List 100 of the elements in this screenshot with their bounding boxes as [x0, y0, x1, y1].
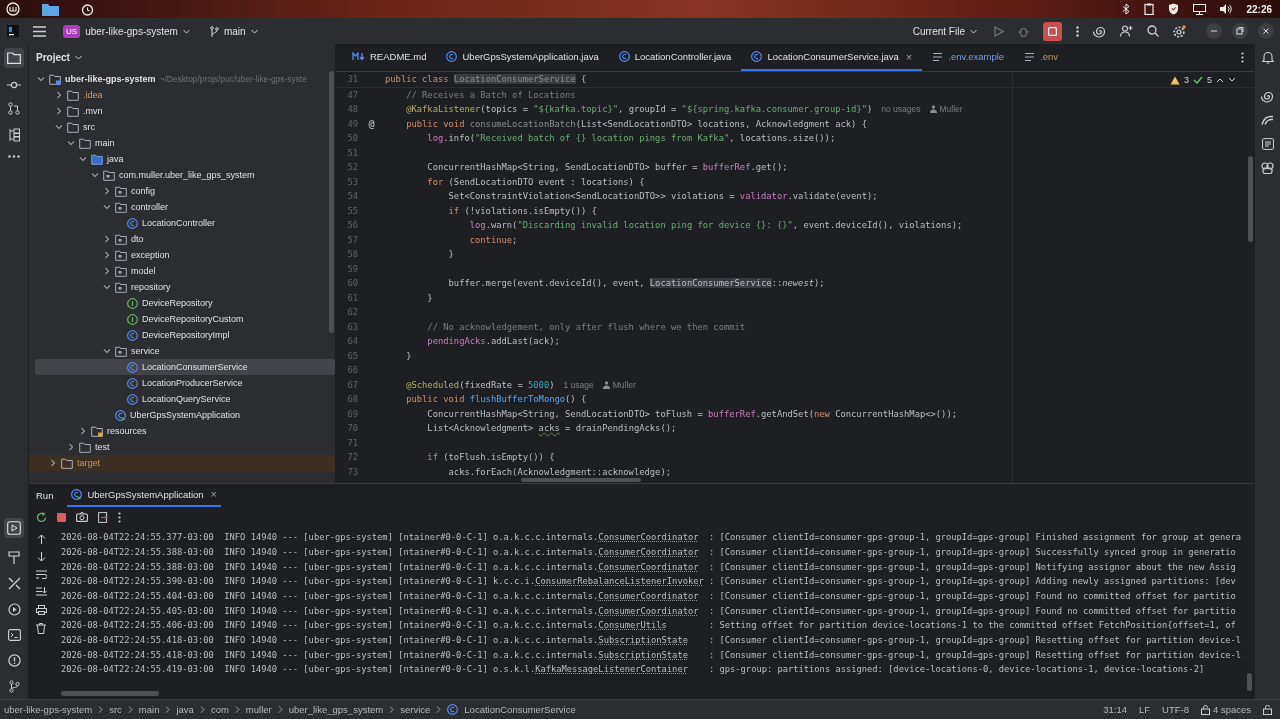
pull-request-icon[interactable]: [8, 102, 20, 115]
stop-button[interactable]: [1043, 21, 1062, 41]
tree-item[interactable]: dto: [35, 231, 335, 247]
folder-icon[interactable]: [42, 2, 59, 16]
editor-tab[interactable]: .env: [1014, 44, 1069, 71]
weak-warning-count[interactable]: 5: [1207, 75, 1212, 85]
bell-icon[interactable]: [1261, 51, 1274, 64]
editor-tab[interactable]: .env.example: [922, 44, 1015, 71]
tree-item[interactable]: target: [29, 455, 335, 471]
breadcrumb-item[interactable]: java: [176, 704, 194, 715]
more-icon[interactable]: [8, 155, 20, 158]
structure-icon[interactable]: [8, 128, 20, 142]
tree-item[interactable]: config: [35, 183, 335, 199]
tree-item[interactable]: test: [35, 439, 335, 455]
scrollbar[interactable]: [1248, 156, 1253, 242]
tree-item[interactable]: uber-like-gps-system ~/Desktop/projs/puc/uber-like-gps-syste: [35, 71, 335, 87]
warning-count[interactable]: 3: [1183, 75, 1189, 85]
menu-logo-icon[interactable]: [6, 2, 20, 16]
search-icon[interactable]: [1147, 25, 1159, 37]
breadcrumb-item[interactable]: src: [109, 704, 122, 715]
editor-tab[interactable]: LocationConsumerService.java ×: [741, 44, 923, 71]
tree-item[interactable]: UberGpsSystemApplication: [35, 407, 335, 423]
arrow-up-icon[interactable]: [36, 534, 46, 544]
tree-item[interactable]: repository: [35, 279, 335, 295]
hammer-icon[interactable]: [8, 551, 20, 564]
spiral-icon[interactable]: [1261, 90, 1274, 103]
gutter-marker[interactable]: @: [368, 118, 375, 130]
breadcrumb-item[interactable]: main: [138, 704, 160, 715]
tree-item[interactable]: model: [35, 263, 335, 279]
scrollbar[interactable]: [61, 691, 159, 696]
usage-hint[interactable]: 1 usage: [563, 379, 594, 390]
run-tab[interactable]: UberGpsSystemApplication ×: [67, 483, 222, 507]
problems-icon[interactable]: [7, 654, 21, 667]
editor-tab[interactable]: UberGpsSystemApplication.java: [436, 44, 609, 71]
warning-icon[interactable]: [1169, 75, 1180, 85]
chevron-up-icon[interactable]: [1216, 77, 1224, 83]
tree-item[interactable]: resources: [35, 423, 335, 439]
tree-item[interactable]: DeviceRepository: [35, 295, 335, 311]
file-encoding[interactable]: UTF-8: [1162, 704, 1189, 715]
run-configuration[interactable]: Current File: [909, 23, 980, 39]
unlock-icon[interactable]: [1263, 704, 1272, 715]
git-icon[interactable]: [8, 680, 20, 693]
tree-item[interactable]: com.muller.uber_like_gps_system: [35, 167, 335, 183]
shield-icon[interactable]: [1168, 3, 1180, 15]
tree-item[interactable]: src: [35, 119, 335, 135]
tree-item[interactable]: LocationController: [35, 215, 335, 231]
scroll-to-end-icon[interactable]: [35, 587, 47, 597]
settings-icon[interactable]: [1173, 24, 1186, 38]
more-icon[interactable]: [1241, 52, 1244, 63]
printer-icon[interactable]: [35, 605, 47, 615]
commit-icon[interactable]: [7, 81, 21, 89]
scrollbar[interactable]: [329, 71, 334, 333]
breadcrumb-item[interactable]: muller: [245, 704, 272, 715]
minimize-icon[interactable]: [1206, 23, 1222, 39]
tree-item[interactable]: java: [35, 151, 335, 167]
caret-position[interactable]: 31:14: [1103, 704, 1127, 715]
scrollbar[interactable]: [1247, 673, 1252, 691]
tree-item[interactable]: DeviceRepositoryImpl: [35, 327, 335, 343]
tree-item[interactable]: LocationConsumerService: [35, 359, 335, 375]
chevron-down-icon[interactable]: [1228, 77, 1236, 83]
tree-item[interactable]: LocationQueryService: [35, 391, 335, 407]
clock-icon[interactable]: [81, 2, 94, 16]
volume-icon[interactable]: [1220, 4, 1233, 14]
editor-tab[interactable]: README.md: [342, 44, 437, 71]
restore-icon[interactable]: [1232, 23, 1248, 39]
breadcrumb-item[interactable]: uber-like-gps-system: [4, 704, 93, 715]
run-tool-button[interactable]: [4, 518, 24, 538]
check-icon[interactable]: [1193, 76, 1203, 84]
close-tab-button[interactable]: ×: [210, 488, 218, 500]
rerun-icon[interactable]: [36, 511, 47, 523]
terminal-icon[interactable]: [7, 629, 21, 641]
tree-item[interactable]: exception: [35, 247, 335, 263]
clipboard-icon[interactable]: [1144, 3, 1155, 15]
menu-icon[interactable]: [33, 25, 46, 37]
tree-item[interactable]: LocationProducerService: [35, 375, 335, 391]
more-icon[interactable]: [1076, 25, 1079, 37]
author-hint[interactable]: Muller: [929, 104, 963, 115]
breadcrumb-item[interactable]: uber_like_gps_system: [288, 704, 384, 715]
services-icon[interactable]: [7, 603, 21, 616]
run-icon[interactable]: [994, 25, 1004, 37]
tree-item[interactable]: service: [35, 343, 335, 359]
tree-item[interactable]: controller: [35, 199, 335, 215]
line-ending[interactable]: LF: [1138, 704, 1151, 715]
breadcrumb-item[interactable]: service: [400, 704, 431, 715]
close-tab-button[interactable]: ×: [905, 50, 913, 63]
chevron-right-icon[interactable]: [103, 187, 111, 195]
tree-item[interactable]: DeviceRepositoryCustom: [35, 311, 335, 327]
spiral-icon[interactable]: [1093, 24, 1106, 38]
project-switcher[interactable]: US uber-like-gps-system: [60, 22, 193, 40]
trash-icon[interactable]: [36, 623, 46, 634]
author-hint[interactable]: Muller: [602, 379, 636, 390]
stop-icon[interactable]: [57, 512, 66, 522]
tree-item[interactable]: .mvn: [35, 103, 335, 119]
list-icon[interactable]: [1261, 138, 1274, 150]
bug-icon[interactable]: [1018, 25, 1029, 37]
breadcrumb-item[interactable]: LocationConsumerService: [464, 704, 576, 715]
chevron-right-icon[interactable]: [49, 459, 57, 467]
soft-wrap-icon[interactable]: [35, 570, 47, 579]
project-tool-button[interactable]: [4, 48, 24, 68]
bluetooth-icon[interactable]: [1122, 3, 1131, 15]
